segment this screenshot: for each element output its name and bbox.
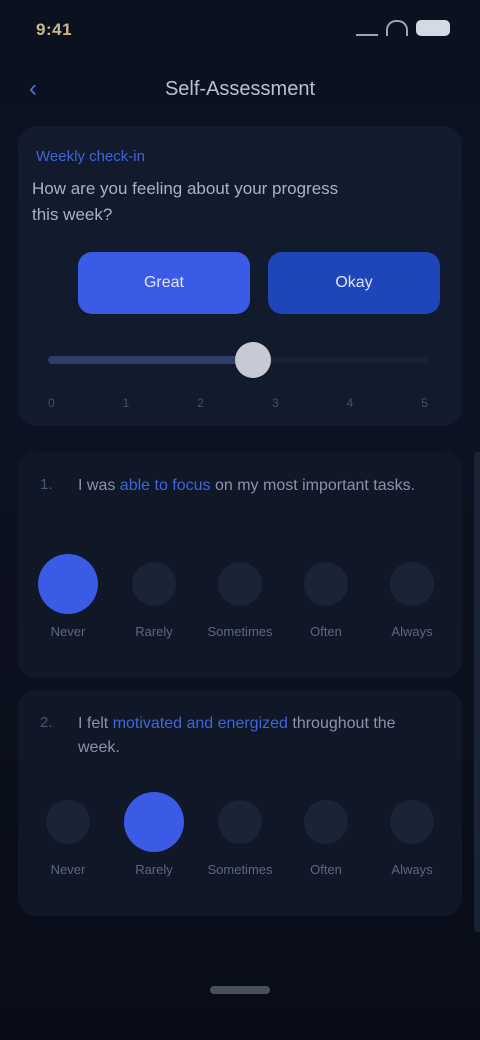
slider-scale-label: 4 [346,396,354,410]
option-radio-icon [124,792,184,852]
option-radio-icon [390,800,434,844]
option-label: Never [50,862,86,877]
option-label: Always [391,862,433,877]
question-text-highlight: able to focus [119,477,211,494]
intro-card: Weekly check-in How are you feeling abou… [18,126,462,426]
status-time: 9:41 [36,20,73,39]
slider-scale-label: 0 [48,396,55,410]
question-text: I was able to focus on my most important… [78,474,438,498]
cellular-signal-icon [356,20,378,36]
question-number: 1. [40,476,53,493]
mood-okay-button[interactable]: Okay [268,252,440,314]
question-text-highlight: motivated and energized [112,715,288,732]
question-text-end: on my most important tasks. [214,477,416,494]
answer-option[interactable]: Rarely [112,562,196,639]
header: ‹ Self-Assessment [0,62,480,118]
option-radio-icon [218,800,262,844]
slider-thumb[interactable] [235,342,272,378]
question-number: 2. [40,714,53,731]
question-text: I felt motivated and energized throughou… [78,712,438,760]
question-text-start: I felt [78,715,109,732]
option-label: Often [310,624,342,639]
answer-option[interactable]: Never [26,554,110,639]
slider-scale-label: 1 [122,396,130,410]
page-title: Self-Assessment [164,78,316,100]
option-radio-icon [304,562,348,606]
option-radio-icon [38,554,98,614]
slider-scale-label: 2 [197,396,204,410]
answer-option[interactable]: Always [370,562,454,639]
slider-scale-label: 5 [421,396,428,410]
mood-choice-group: Great Okay [78,252,440,314]
wifi-icon [386,20,408,36]
question-text-start: I was [78,477,116,494]
mood-great-button[interactable]: Great [78,252,250,314]
intro-eyebrow: Weekly check-in [36,148,145,165]
intro-question: How are you feeling about your progress … [32,179,339,224]
answer-option[interactable]: Always [370,800,454,877]
answer-option[interactable]: Rarely [112,792,196,877]
status-bar: 9:41 [0,0,480,60]
progress-slider[interactable] [48,342,428,378]
question-card: 1. I was able to focus on my most import… [18,452,462,678]
answer-option[interactable]: Sometimes [198,562,282,639]
option-label: Rarely [135,624,173,639]
app-screen: 9:41 ‹ Self-Assessment Weekly check-in H… [0,0,480,1040]
option-radio-icon [304,800,348,844]
scroll-indicator[interactable] [474,452,480,932]
answer-options: Never Rarely Sometimes Often Always [26,554,454,639]
answer-option[interactable]: Sometimes [198,800,282,877]
answer-option[interactable]: Often [284,562,368,639]
option-radio-icon [218,562,262,606]
question-card: 2. I felt motivated and energized throug… [18,690,462,916]
option-label: Rarely [135,862,173,877]
answer-options: Never Rarely Sometimes Often Always [26,792,454,877]
option-radio-icon [390,562,434,606]
answer-option[interactable]: Never [26,800,110,877]
battery-icon [416,20,450,36]
status-icons [356,20,450,36]
answer-option[interactable]: Often [284,800,368,877]
slider-fill [48,356,254,364]
option-label: Always [391,624,433,639]
option-radio-icon [132,562,176,606]
option-label: Sometimes [207,624,273,639]
option-label: Often [310,862,342,877]
option-label: Sometimes [207,862,273,877]
slider-scale-label: 3 [271,396,279,410]
option-label: Never [50,624,86,639]
home-indicator[interactable] [210,986,270,994]
slider-scale: 0 1 2 3 4 5 [48,396,428,410]
option-radio-icon [46,800,90,844]
